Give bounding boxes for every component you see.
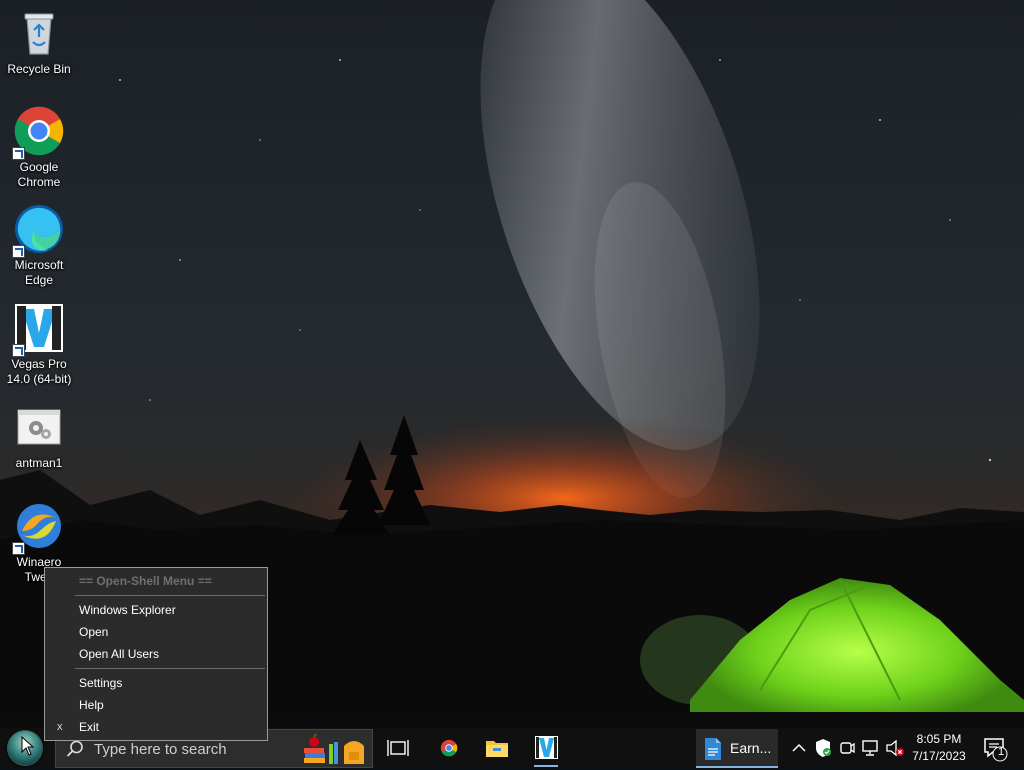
recycle-bin-icon — [14, 8, 64, 58]
menu-item-open-all-users[interactable]: Open All Users — [47, 643, 265, 665]
open-shell-context-menu: == Open-Shell Menu == Windows Explorer O… — [44, 567, 268, 741]
desktop-icon-antman1[interactable]: antman1 — [2, 402, 76, 471]
menu-separator — [75, 595, 265, 596]
security-shield-icon[interactable] — [814, 738, 832, 758]
menu-item-settings[interactable]: Settings — [47, 672, 265, 694]
taskbar-document-button[interactable]: Earn... — [696, 729, 778, 768]
taskbar-file-explorer-button[interactable] — [480, 731, 514, 765]
desktop-icon-label: Recycle Bin — [7, 62, 71, 76]
menu-item-exit[interactable]: x Exit — [47, 716, 265, 738]
menu-item-windows-explorer[interactable]: Windows Explorer — [47, 599, 265, 621]
winaero-tweaker-icon — [12, 501, 64, 555]
file-explorer-icon — [486, 741, 508, 757]
network-icon[interactable] — [861, 738, 881, 758]
edge-icon — [12, 204, 64, 258]
shortcut-arrow-icon — [12, 542, 25, 555]
taskbar-chrome-button[interactable] — [432, 731, 466, 765]
desktop-icon-recycle-bin[interactable]: Recycle Bin — [2, 8, 76, 77]
menu-item-label: Open — [79, 625, 109, 639]
task-view-icon — [387, 740, 409, 756]
document-icon — [705, 738, 721, 760]
desktop-icon-vegas-pro[interactable]: Vegas Pro 14.0 (64-bit) — [2, 303, 76, 387]
menu-item-open[interactable]: Open — [47, 621, 265, 643]
taskbar-clock[interactable]: 8:05 PM 7/17/2023 — [906, 731, 972, 765]
menu-item-help[interactable]: Help — [47, 694, 265, 716]
exit-mark-icon: x — [57, 721, 63, 733]
shortcut-arrow-icon — [12, 344, 25, 357]
search-icon — [66, 740, 83, 757]
menu-item-label: Windows Explorer — [79, 603, 176, 617]
chrome-icon — [12, 106, 64, 160]
menu-item-label: Exit — [79, 720, 100, 734]
desktop-icon-label: antman1 — [15, 456, 63, 470]
clock-time: 8:05 PM — [916, 732, 962, 746]
meet-now-icon[interactable] — [838, 738, 856, 758]
shortcut-arrow-icon — [12, 147, 25, 160]
search-highlight-school-supplies-icon — [304, 733, 364, 764]
clock-date: 7/17/2023 — [912, 749, 966, 763]
volume-muted-icon[interactable] — [885, 738, 905, 758]
desktop-icon-label: Vegas Pro 14.0 (64-bit) — [6, 357, 72, 386]
menu-separator — [75, 668, 265, 669]
menu-item-label: Open All Users — [79, 647, 160, 661]
mouse-cursor-icon — [21, 736, 35, 756]
menu-item-label: Help — [79, 698, 104, 712]
desktop-icon-microsoft-edge[interactable]: Microsoft Edge — [2, 204, 76, 288]
taskbar-vegas-pro-button[interactable] — [529, 731, 563, 767]
menu-header: == Open-Shell Menu == — [79, 574, 212, 588]
desktop-icon-label: Microsoft Edge — [14, 258, 64, 287]
task-view-button[interactable] — [381, 731, 415, 765]
running-app-label: Earn... — [730, 740, 772, 756]
vegas-pro-icon — [12, 303, 64, 357]
notification-count-badge: 1 — [997, 746, 1005, 758]
chrome-icon — [440, 739, 458, 757]
settings-file-icon — [14, 402, 64, 452]
desktop-icon-google-chrome[interactable]: Google Chrome — [2, 106, 76, 190]
search-placeholder: Type here to search — [94, 741, 227, 758]
action-center-button[interactable]: 1 — [982, 736, 1008, 767]
shortcut-arrow-icon — [12, 245, 25, 258]
chevron-up-icon[interactable] — [791, 738, 807, 758]
menu-item-label: Settings — [79, 676, 123, 690]
desktop-icon-label: Google Chrome — [17, 160, 61, 189]
vegas-pro-icon — [535, 736, 558, 759]
